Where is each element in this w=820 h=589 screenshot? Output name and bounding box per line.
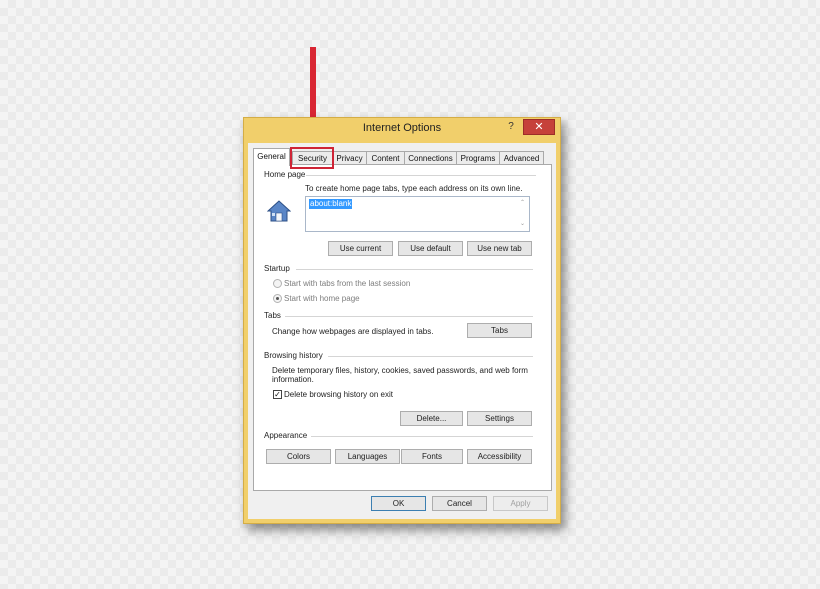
history-settings-button[interactable]: Settings <box>467 411 532 426</box>
delete-on-exit-label: Delete browsing history on exit <box>284 390 393 399</box>
scroll-up-icon[interactable]: ⌃ <box>518 199 527 208</box>
accessibility-button[interactable]: Accessibility <box>467 449 532 464</box>
security-tab-highlight <box>290 147 334 169</box>
group-divider <box>285 316 533 317</box>
dialog-body: General Security Privacy Content Connect… <box>248 143 556 519</box>
use-current-button[interactable]: Use current <box>328 241 393 256</box>
group-tabs: Tabs <box>264 311 281 320</box>
cancel-button[interactable]: Cancel <box>432 496 487 511</box>
radio-last-session[interactable] <box>273 279 282 288</box>
ok-button[interactable]: OK <box>371 496 426 511</box>
languages-button[interactable]: Languages <box>335 449 400 464</box>
colors-button[interactable]: Colors <box>266 449 331 464</box>
home-page-url-textarea[interactable]: about:blank ⌃ ⌄ <box>305 196 530 232</box>
scroll-down-icon[interactable]: ⌄ <box>518 220 527 229</box>
group-divider <box>311 436 533 437</box>
tab-general[interactable]: General <box>253 148 290 166</box>
group-appearance: Appearance <box>264 431 308 440</box>
use-new-tab-button[interactable]: Use new tab <box>467 241 532 256</box>
tab-content[interactable]: Content <box>366 151 405 165</box>
group-divider <box>296 269 533 270</box>
home-page-url-value: about:blank <box>309 199 353 209</box>
help-button[interactable]: ? <box>503 119 519 135</box>
tabs-description: Change how webpages are displayed in tab… <box>272 327 434 336</box>
radio-home-page-label: Start with home page <box>284 294 360 303</box>
home-page-instruction: To create home page tabs, type each addr… <box>305 184 523 193</box>
group-divider <box>306 175 536 176</box>
annotation-arrow-shaft <box>310 47 316 122</box>
apply-button[interactable]: Apply <box>493 496 548 511</box>
home-page-icon <box>267 200 291 222</box>
tab-privacy[interactable]: Privacy <box>332 151 367 165</box>
group-divider <box>328 356 533 357</box>
delete-button[interactable]: Delete... <box>400 411 463 426</box>
radio-home-page[interactable] <box>273 294 282 303</box>
tab-connections[interactable]: Connections <box>404 151 457 165</box>
group-home-page: Home page <box>264 170 306 179</box>
history-description: Delete temporary files, history, cookies… <box>272 366 528 384</box>
use-default-button[interactable]: Use default <box>398 241 463 256</box>
group-browsing-history: Browsing history <box>264 351 323 360</box>
radio-last-session-label: Start with tabs from the last session <box>284 279 411 288</box>
internet-options-dialog: Internet Options ? ✕ General Security Pr… <box>243 117 561 524</box>
tab-programs[interactable]: Programs <box>456 151 500 165</box>
close-button[interactable]: ✕ <box>523 119 555 135</box>
tab-advanced[interactable]: Advanced <box>499 151 544 165</box>
group-startup: Startup <box>264 264 290 273</box>
delete-on-exit-checkbox[interactable]: ✓ <box>273 390 282 399</box>
general-tab-panel: Home page To create home page tabs, type… <box>253 164 552 491</box>
tabs-button[interactable]: Tabs <box>467 323 532 338</box>
fonts-button[interactable]: Fonts <box>401 449 463 464</box>
